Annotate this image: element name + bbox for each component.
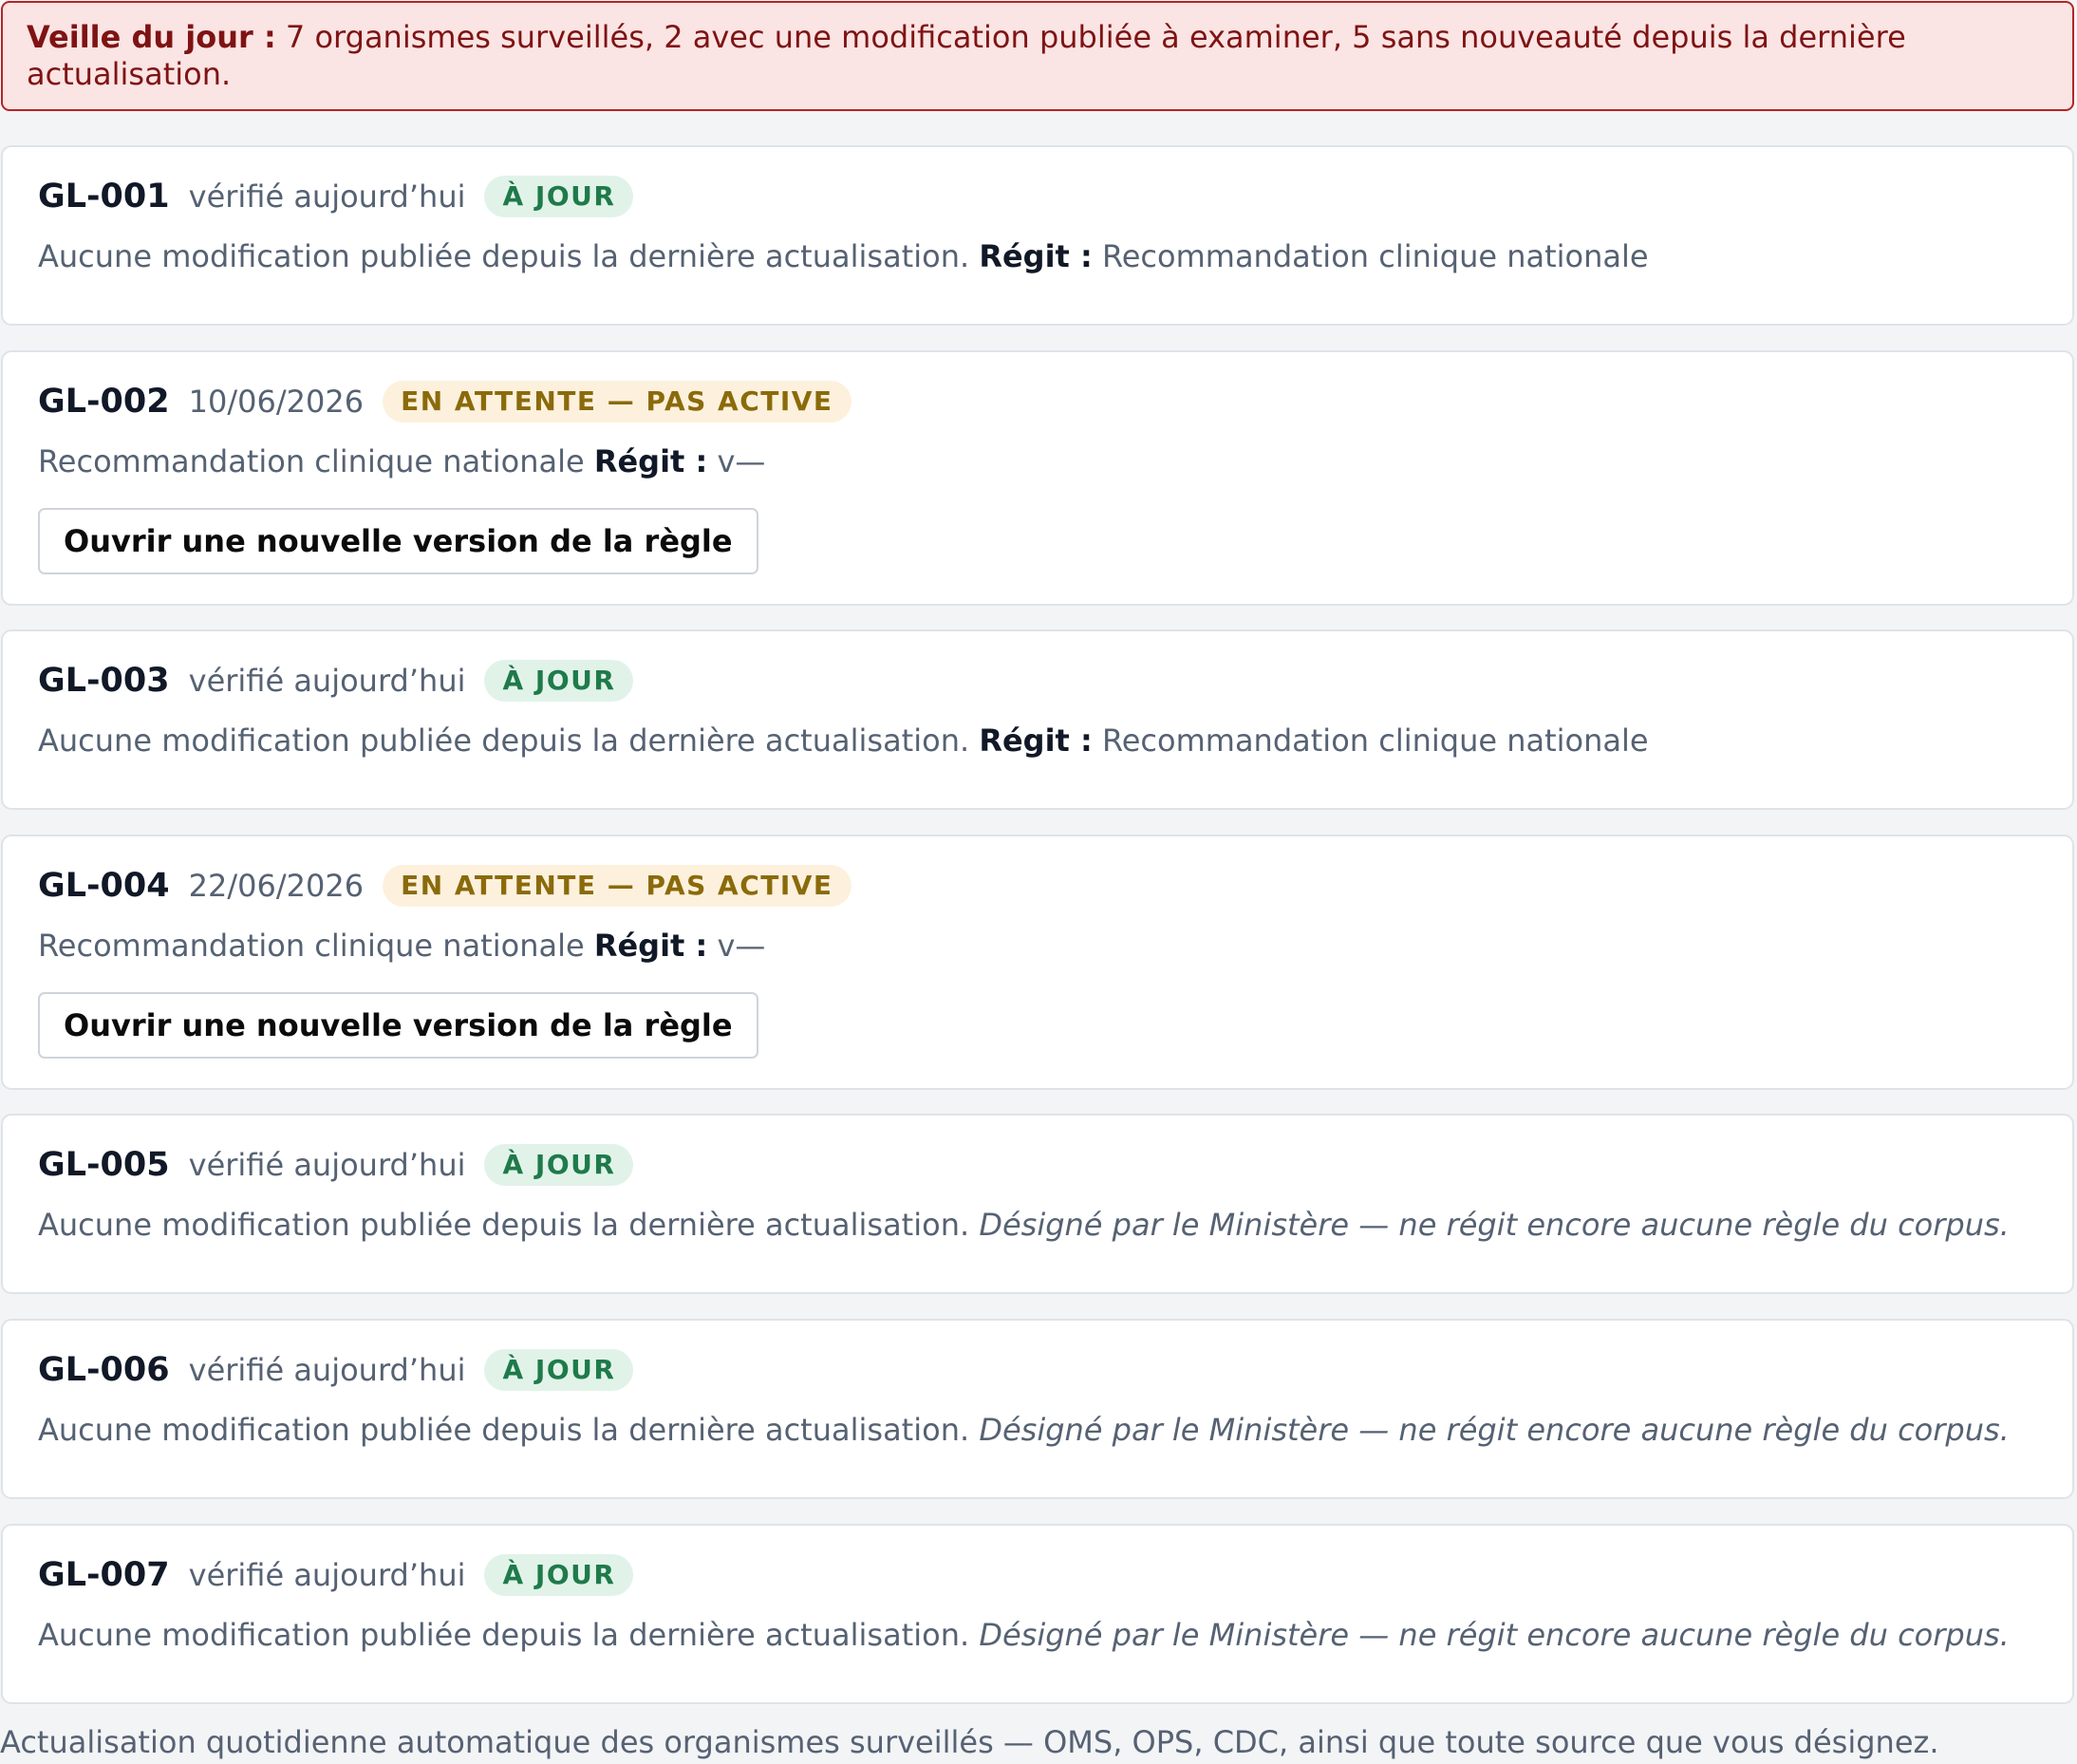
status-badge: À JOUR: [484, 1554, 634, 1596]
guideline-id: GL-001: [38, 178, 170, 216]
check-date: vérifié aujourd’hui: [188, 1557, 466, 1593]
guideline-id: GL-005: [38, 1146, 170, 1184]
regit-label: Régit :: [593, 443, 708, 479]
card-header: GL-004 22/06/2026 EN ATTENTE — PAS ACTIV…: [38, 863, 851, 909]
card-description: Recommandation clinique nationale Régit …: [38, 442, 765, 480]
status-text: Aucune modification publiée depuis la de…: [38, 722, 970, 759]
regit-value: Recommandation clinique nationale: [1101, 722, 1649, 759]
card-description: Aucune modification publiée depuis la de…: [38, 722, 1649, 760]
status-text: Aucune modification publiée depuis la de…: [38, 1617, 970, 1653]
ministry-note: Désigné par le Ministère — ne régit enco…: [979, 1207, 2010, 1243]
card-description: Aucune modification publiée depuis la de…: [38, 1206, 2010, 1244]
summary-label: Veille du jour :: [27, 19, 276, 55]
publication-date: 22/06/2026: [188, 868, 365, 904]
guideline-id: GL-007: [38, 1556, 170, 1594]
regit-label: Régit :: [593, 928, 708, 964]
check-date: vérifié aujourd’hui: [188, 178, 466, 215]
guideline-id: GL-002: [38, 383, 170, 421]
status-badge: À JOUR: [484, 1144, 634, 1186]
card-description: Aucune modification publiée depuis la de…: [38, 237, 1649, 275]
card-header: GL-007 vérifié aujourd’hui À JOUR: [38, 1552, 634, 1598]
status-text: Aucune modification publiée depuis la de…: [38, 1207, 970, 1243]
card-header: GL-001 vérifié aujourd’hui À JOUR: [38, 174, 634, 219]
status-badge: À JOUR: [484, 1349, 634, 1391]
status-text: Recommandation clinique nationale: [38, 928, 585, 964]
status-badge: EN ATTENTE — PAS ACTIVE: [383, 865, 851, 907]
status-text: Aucune modification publiée depuis la de…: [38, 1412, 970, 1448]
status-badge: À JOUR: [484, 176, 634, 217]
guideline-card: GL-001 vérifié aujourd’hui À JOUR Aucune…: [1, 145, 2074, 326]
card-header: GL-003 vérifié aujourd’hui À JOUR: [38, 658, 634, 704]
publication-date: 10/06/2026: [188, 384, 365, 420]
guideline-card: GL-003 vérifié aujourd’hui À JOUR Aucune…: [1, 629, 2074, 810]
card-header: GL-002 10/06/2026 EN ATTENTE — PAS ACTIV…: [38, 379, 851, 424]
ministry-note: Désigné par le Ministère — ne régit enco…: [979, 1617, 2010, 1653]
open-new-rule-version-button[interactable]: Ouvrir une nouvelle version de la règle: [38, 992, 758, 1059]
card-description: Aucune modification publiée depuis la de…: [38, 1411, 2010, 1449]
card-header: GL-005 vérifié aujourd’hui À JOUR: [38, 1142, 634, 1188]
summary-text: 7 organismes surveillés, 2 avec une modi…: [27, 19, 1906, 92]
regit-label: Régit :: [979, 722, 1093, 759]
guideline-card: GL-005 vérifié aujourd’hui À JOUR Aucune…: [1, 1114, 2074, 1294]
open-new-rule-version-button[interactable]: Ouvrir une nouvelle version de la règle: [38, 508, 758, 574]
regit-label: Régit :: [979, 238, 1093, 274]
check-date: vérifié aujourd’hui: [188, 663, 466, 699]
check-date: vérifié aujourd’hui: [188, 1352, 466, 1388]
status-badge: EN ATTENTE — PAS ACTIVE: [383, 381, 851, 422]
footer-note: Actualisation quotidienne automatique de…: [0, 1724, 1939, 1760]
regit-value: v—: [717, 928, 766, 964]
status-text: Aucune modification publiée depuis la de…: [38, 238, 970, 274]
ministry-note: Désigné par le Ministère — ne régit enco…: [979, 1412, 2010, 1448]
guideline-card: GL-004 22/06/2026 EN ATTENTE — PAS ACTIV…: [1, 835, 2074, 1090]
guideline-id: GL-006: [38, 1351, 170, 1389]
daily-watch-summary: Veille du jour : 7 organismes surveillés…: [1, 1, 2074, 111]
card-header: GL-006 vérifié aujourd’hui À JOUR: [38, 1347, 634, 1393]
card-description: Aucune modification publiée depuis la de…: [38, 1616, 2010, 1654]
status-badge: À JOUR: [484, 660, 634, 702]
guideline-id: GL-004: [38, 867, 170, 905]
guideline-card: GL-007 vérifié aujourd’hui À JOUR Aucune…: [1, 1524, 2074, 1704]
status-text: Recommandation clinique nationale: [38, 443, 585, 479]
regit-value: Recommandation clinique nationale: [1101, 238, 1649, 274]
guideline-card: GL-006 vérifié aujourd’hui À JOUR Aucune…: [1, 1319, 2074, 1499]
guideline-id: GL-003: [38, 662, 170, 700]
card-description: Recommandation clinique nationale Régit …: [38, 927, 765, 965]
guideline-card: GL-002 10/06/2026 EN ATTENTE — PAS ACTIV…: [1, 350, 2074, 606]
regit-value: v—: [717, 443, 766, 479]
check-date: vérifié aujourd’hui: [188, 1147, 466, 1183]
